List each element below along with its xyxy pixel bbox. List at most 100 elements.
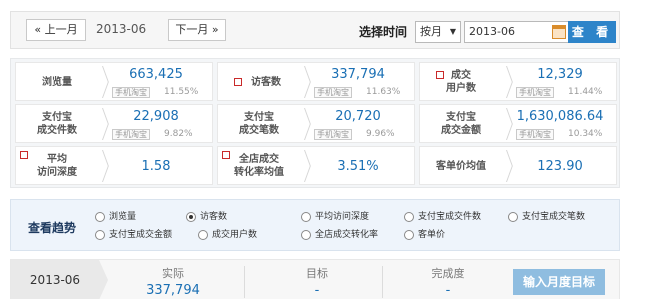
metric-percent: 11.63% — [366, 87, 401, 97]
trend-option-label: 成交用户数 — [212, 230, 258, 240]
divider-chevron — [294, 150, 302, 183]
metric-value: 20,720 — [335, 109, 381, 124]
dropdown-caret-icon: ▼ — [449, 27, 456, 36]
radio-icon[interactable] — [95, 212, 105, 222]
metric-label: 平均 访问深度 — [37, 154, 77, 178]
target-label: 目标 — [306, 267, 328, 280]
metric-avg-depth: 平均 访问深度 1.58 — [15, 146, 213, 185]
platform-tag: 手机淘宝 — [314, 129, 352, 140]
radio-icon[interactable] — [186, 212, 196, 222]
metric-avg-price: 客单价均值 123.90 — [419, 146, 617, 185]
trend-selector: 查看趋势 浏览量 访客数 平均访问深度 支付宝成交件数 支付宝成交笔数 支付宝成… — [10, 199, 620, 251]
platform-tag: 手机淘宝 — [112, 129, 150, 140]
divider — [382, 266, 383, 298]
metrics-grid: 浏览量 663,425 手机淘宝 11.55% 访客数 337,794 手机淘宝… — [10, 58, 620, 188]
metric-label: 全店成交 转化率均值 — [234, 154, 284, 178]
trend-option-alipay-orders[interactable]: 支付宝成交件数 — [404, 211, 481, 223]
divider — [244, 266, 245, 298]
metric-alipay-orders: 支付宝 成交件数 22,908 手机淘宝 9.82% — [15, 104, 213, 143]
metric-label: 支付宝 成交金额 — [441, 112, 481, 136]
trend-option-alipay-trades[interactable]: 支付宝成交笔数 — [508, 211, 585, 223]
platform-tag: 手机淘宝 — [516, 129, 554, 140]
query-button[interactable]: 查 看 — [568, 21, 616, 43]
double-chevron-right-icon: » — [211, 23, 219, 36]
metric-label: 支付宝 成交件数 — [37, 112, 77, 136]
metric-value: 337,794 — [331, 67, 385, 82]
monthly-target-row: 2013-06 实际 337,794 目标 - 完成度 - 输入月度目标 — [10, 259, 620, 299]
target-value: - — [314, 283, 320, 298]
trend-option-alipay-amount[interactable]: 支付宝成交金额 — [95, 229, 172, 241]
query-time-label: 选择时间 — [359, 25, 408, 39]
metric-label: 支付宝 成交笔数 — [239, 112, 279, 136]
metric-percent: 11.44% — [568, 87, 603, 97]
radio-icon[interactable] — [508, 212, 518, 222]
radio-icon[interactable] — [95, 230, 105, 240]
metric-label: 客单价均值 — [436, 161, 486, 172]
trend-option-label: 访客数 — [200, 212, 228, 222]
trend-label: 查看趋势 — [28, 221, 77, 235]
metric-percent: 9.96% — [366, 129, 395, 139]
next-month-label: 下一月 — [175, 23, 209, 36]
metric-percent: 11.55% — [164, 87, 199, 97]
metric-value: 1,630,086.64 — [516, 109, 604, 124]
trend-option-label: 浏览量 — [109, 212, 137, 222]
divider-chevron — [496, 66, 504, 99]
trend-option-label: 支付宝成交笔数 — [522, 212, 586, 222]
prev-month-button[interactable]: « 上一月 — [26, 19, 86, 41]
double-chevron-left-icon: « — [34, 23, 42, 36]
platform-tag: 手机淘宝 — [314, 87, 352, 98]
metric-percent: 9.82% — [164, 129, 193, 139]
divider-chevron — [496, 108, 504, 141]
date-toolbar: « 上一月 2013-06 下一月 » 选择时间 按月 ▼ 2013-06 查 … — [10, 11, 620, 49]
metric-value: 3.51% — [337, 159, 379, 174]
trend-option-label: 客单价 — [418, 230, 446, 240]
trend-option-label: 全店成交转化率 — [315, 230, 379, 240]
target-period: 2013-06 — [11, 260, 108, 299]
next-month-button[interactable]: 下一月 » — [168, 19, 226, 41]
metric-value: 12,329 — [537, 67, 583, 82]
metric-buyers: 成交 用户数 12,329 手机淘宝 11.44% — [419, 62, 617, 101]
completion-label: 完成度 — [431, 267, 465, 280]
calendar-icon[interactable] — [552, 25, 566, 39]
trend-option-page-views[interactable]: 浏览量 — [95, 211, 136, 223]
radio-icon[interactable] — [198, 230, 208, 240]
radio-icon[interactable] — [301, 212, 311, 222]
divider-chevron — [294, 66, 302, 99]
platform-tag: 手机淘宝 — [112, 87, 150, 98]
divider-chevron — [92, 66, 100, 99]
trend-option-label: 平均访问深度 — [315, 212, 370, 222]
metric-label: 访客数 — [251, 77, 281, 88]
metric-value: 22,908 — [133, 109, 179, 124]
metric-alipay-amount: 支付宝 成交金额 1,630,086.64 手机淘宝 10.34% — [419, 104, 617, 143]
trend-option-visitors[interactable]: 访客数 — [186, 211, 227, 223]
trend-option-buyers[interactable]: 成交用户数 — [198, 229, 257, 241]
metric-page-views: 浏览量 663,425 手机淘宝 11.55% — [15, 62, 213, 101]
actual-value: 337,794 — [146, 283, 200, 298]
divider-chevron — [92, 108, 100, 141]
trend-option-avg-depth[interactable]: 平均访问深度 — [301, 211, 369, 223]
metric-alipay-trades: 支付宝 成交笔数 20,720 手机淘宝 9.96% — [217, 104, 415, 143]
radio-icon[interactable] — [301, 230, 311, 240]
date-input-value: 2013-06 — [469, 25, 515, 38]
metric-label: 成交 用户数 — [446, 70, 476, 94]
granularity-select[interactable]: 按月 ▼ — [415, 21, 461, 43]
input-monthly-target-button[interactable]: 输入月度目标 — [513, 269, 605, 295]
metric-value: 123.90 — [537, 159, 583, 174]
trend-option-label: 支付宝成交件数 — [418, 212, 482, 222]
metric-value: 1.58 — [141, 159, 171, 174]
granularity-value: 按月 — [420, 25, 442, 38]
radio-icon[interactable] — [404, 230, 414, 240]
trend-option-avg-price[interactable]: 客单价 — [404, 229, 445, 241]
completion-value: - — [445, 283, 451, 298]
metric-label: 浏览量 — [42, 77, 72, 88]
divider-chevron — [496, 150, 504, 183]
actual-label: 实际 — [162, 267, 184, 280]
platform-tag: 手机淘宝 — [516, 87, 554, 98]
prev-month-label: 上一月 — [44, 23, 78, 36]
trend-option-conversion[interactable]: 全店成交转化率 — [301, 229, 378, 241]
radio-icon[interactable] — [404, 212, 414, 222]
date-input[interactable]: 2013-06 — [464, 21, 570, 43]
metric-percent: 10.34% — [568, 129, 603, 139]
divider-chevron — [294, 108, 302, 141]
metric-value: 663,425 — [129, 67, 183, 82]
